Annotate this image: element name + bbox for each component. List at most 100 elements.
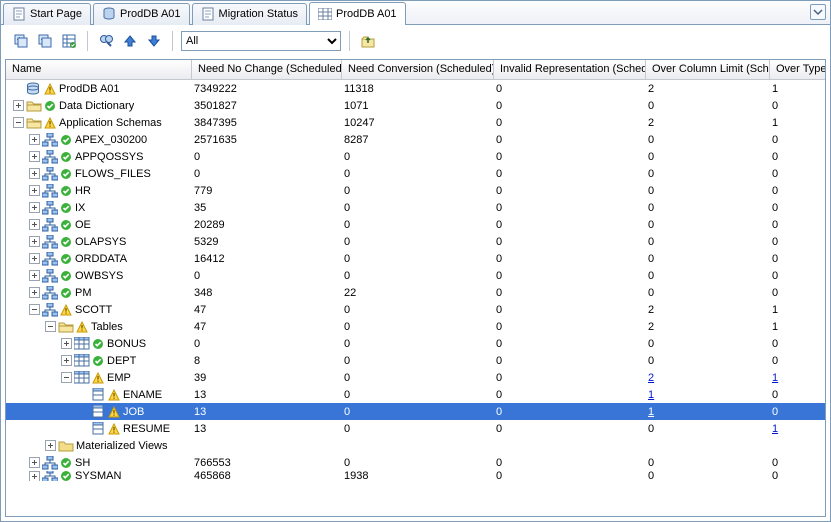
cell-value: 0 xyxy=(496,185,502,197)
db-icon xyxy=(102,7,116,21)
table-row[interactable]: SYSMAN4658681938000 xyxy=(6,471,825,481)
tree-toggle[interactable] xyxy=(60,372,72,384)
tab-migration-status[interactable]: Migration Status xyxy=(192,3,307,25)
column-header-over-column[interactable]: Over Column Limit (Scheduled) xyxy=(646,60,770,79)
cell-value: 47 xyxy=(194,321,206,333)
go-up-button[interactable] xyxy=(358,31,378,51)
tree-toggle[interactable] xyxy=(28,219,40,231)
table-row[interactable]: PM34822000 xyxy=(6,284,825,301)
tree-toggle[interactable] xyxy=(12,117,24,129)
down-button[interactable] xyxy=(144,31,164,51)
table-row[interactable]: HR7790000 xyxy=(6,182,825,199)
tree-toggle[interactable] xyxy=(28,134,40,146)
warning-icon xyxy=(92,372,104,384)
up-button[interactable] xyxy=(120,31,140,51)
table-row[interactable]: APEX_03020025716358287000 xyxy=(6,131,825,148)
node-label: DEPT xyxy=(107,355,136,367)
link-value[interactable]: 1 xyxy=(772,372,778,384)
node-label: APEX_030200 xyxy=(75,134,147,146)
cell-value: 0 xyxy=(496,253,502,265)
find-button[interactable] xyxy=(96,31,116,51)
column-header-need-no-change[interactable]: Need No Change (Scheduled) xyxy=(192,60,342,79)
cell-value: 0 xyxy=(344,406,350,418)
cell-value: 0 xyxy=(496,117,502,129)
table-row[interactable]: OLAPSYS53290000 xyxy=(6,233,825,250)
cell-value: 0 xyxy=(648,202,654,214)
column-header-invalid[interactable]: Invalid Representation (Scheduled) xyxy=(494,60,646,79)
tree-toggle[interactable] xyxy=(12,100,24,112)
cell-value: 8287 xyxy=(344,134,368,146)
link-value[interactable]: 1 xyxy=(648,406,654,418)
cell-value: 0 xyxy=(496,372,502,384)
tree-toggle[interactable] xyxy=(44,440,56,452)
table-row[interactable]: EMP390021 xyxy=(6,369,825,386)
cell-value: 0 xyxy=(496,321,502,333)
check-icon xyxy=(60,168,72,180)
tree-toggle[interactable] xyxy=(28,185,40,197)
cell-value: 0 xyxy=(648,355,654,367)
tab-proddb-a01[interactable]: ProdDB A01 xyxy=(93,3,190,25)
tree-toggle[interactable] xyxy=(28,287,40,299)
table-row[interactable]: SH7665530000 xyxy=(6,454,825,471)
table-row[interactable]: APPQOSSYS00000 xyxy=(6,148,825,165)
expand-all-button[interactable] xyxy=(11,31,31,51)
table-row[interactable]: IX350000 xyxy=(6,199,825,216)
grid-body[interactable]: ProdDB A01734922211318021Data Dictionary… xyxy=(6,80,825,516)
tree-toggle[interactable] xyxy=(60,338,72,350)
schema-icon xyxy=(42,218,58,232)
collapse-all-button[interactable] xyxy=(35,31,55,51)
tree-toggle[interactable] xyxy=(28,202,40,214)
cell-value: 0 xyxy=(194,168,200,180)
table-row[interactable]: RESUME130001 xyxy=(6,420,825,437)
tab-proddb-a01-grid[interactable]: ProdDB A01 xyxy=(309,2,406,25)
tree-toggle[interactable] xyxy=(28,270,40,282)
tree-toggle[interactable] xyxy=(28,457,40,469)
table-row[interactable]: DEPT80000 xyxy=(6,352,825,369)
table-row[interactable]: Application Schemas384739510247021 xyxy=(6,114,825,131)
node-label: APPQOSSYS xyxy=(75,151,143,163)
table-row[interactable]: JOB130010 xyxy=(6,403,825,420)
tree-toggle[interactable] xyxy=(28,304,40,316)
table-row[interactable]: Tables470021 xyxy=(6,318,825,335)
table-row[interactable]: OWBSYS00000 xyxy=(6,267,825,284)
table-row[interactable]: BONUS00000 xyxy=(6,335,825,352)
link-value[interactable]: 2 xyxy=(648,372,654,384)
cell-value: 0 xyxy=(344,202,350,214)
column-header-over-type[interactable]: Over Type Limit (Scheduled) xyxy=(770,60,826,79)
tree-toggle[interactable] xyxy=(28,471,40,481)
cell-value: 13 xyxy=(194,423,206,435)
expand-tabs-button[interactable] xyxy=(810,4,826,20)
cell-value: 3501827 xyxy=(194,100,237,112)
warning-icon xyxy=(108,406,120,418)
list-view-button[interactable] xyxy=(59,31,79,51)
table-row[interactable]: OE202890000 xyxy=(6,216,825,233)
column-header-need-conversion[interactable]: Need Conversion (Scheduled) xyxy=(342,60,494,79)
table-row[interactable]: ProdDB A01734922211318021 xyxy=(6,80,825,97)
table-row[interactable]: ORDDATA164120000 xyxy=(6,250,825,267)
column-header-name[interactable]: Name xyxy=(6,60,192,79)
table-row[interactable]: FLOWS_FILES00000 xyxy=(6,165,825,182)
table-row[interactable]: Data Dictionary35018271071000 xyxy=(6,97,825,114)
tab-label: Start Page xyxy=(30,8,82,20)
toolbar-separator xyxy=(87,31,88,51)
table-row[interactable]: ENAME130010 xyxy=(6,386,825,403)
tree-toggle[interactable] xyxy=(28,168,40,180)
link-value[interactable]: 1 xyxy=(772,423,778,435)
node-label: SCOTT xyxy=(75,304,112,316)
cell-value: 0 xyxy=(344,304,350,316)
table-row[interactable]: Materialized Views xyxy=(6,437,825,454)
tree-toggle[interactable] xyxy=(44,321,56,333)
tree-toggle[interactable] xyxy=(28,236,40,248)
toolbar: All xyxy=(1,25,830,57)
table-row[interactable]: SCOTT470021 xyxy=(6,301,825,318)
tree-toggle[interactable] xyxy=(28,151,40,163)
folder-icon xyxy=(26,116,42,130)
tree-toggle[interactable] xyxy=(28,253,40,265)
filter-select[interactable]: All xyxy=(181,31,341,51)
tab-start-page[interactable]: Start Page xyxy=(3,3,91,25)
cell-value: 3847395 xyxy=(194,117,237,129)
cell-value: 2 xyxy=(648,321,654,333)
node-label: ProdDB A01 xyxy=(59,83,120,95)
tree-toggle[interactable] xyxy=(60,355,72,367)
link-value[interactable]: 1 xyxy=(648,389,654,401)
